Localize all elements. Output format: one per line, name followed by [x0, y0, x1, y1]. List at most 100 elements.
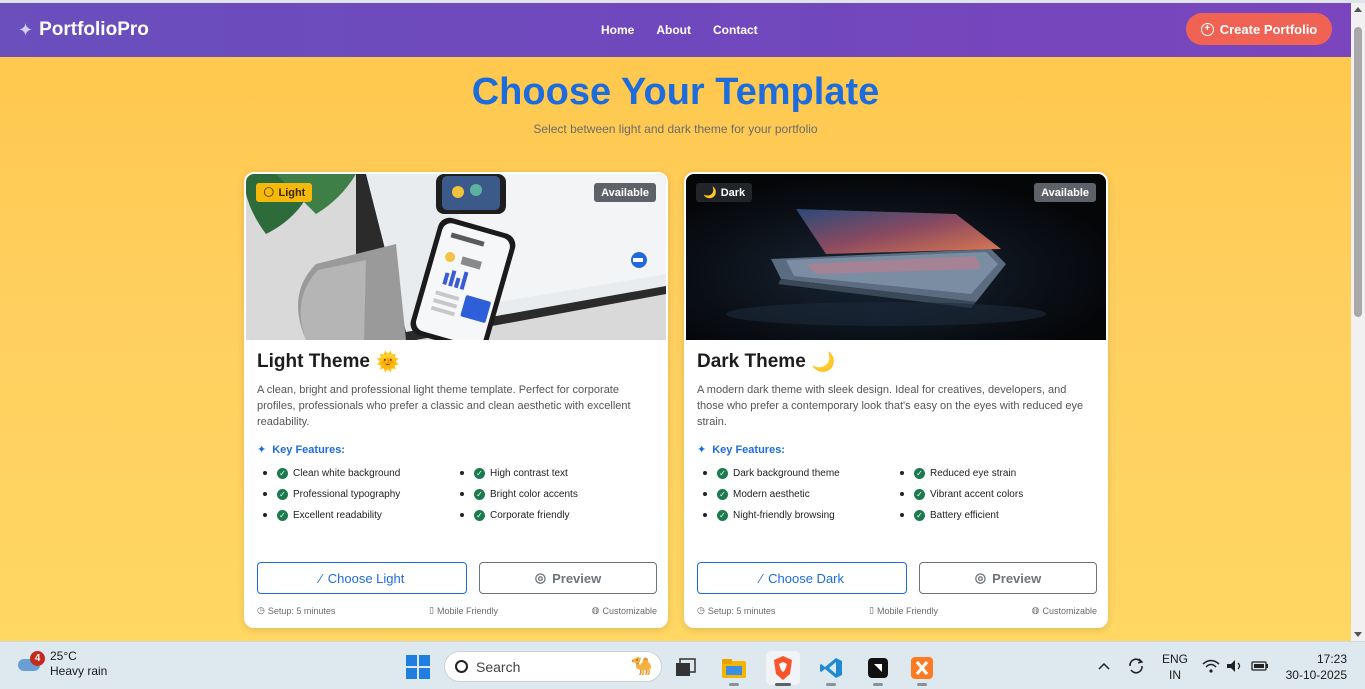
dark-theme-image: 🌙 Dark Available: [686, 174, 1106, 340]
brand-name: PortfolioPro: [39, 19, 149, 40]
weather-text: 25°C Heavy rain: [50, 649, 107, 679]
list-item: ✓ Reduced eye strain: [894, 466, 1091, 480]
meta-mobile: ▯ Mobile Friendly: [869, 605, 938, 616]
brave-browser-icon[interactable]: [766, 651, 800, 686]
show-hidden-icons[interactable]: [1098, 642, 1110, 689]
status-badge: Available: [594, 183, 656, 202]
create-portfolio-button[interactable]: + Create Portfolio: [1186, 13, 1332, 45]
features-heading: ✦ Key Features:: [697, 443, 785, 457]
choose-dark-button[interactable]: ⁄ Choose Dark: [697, 562, 907, 594]
check-circle-icon: ✓: [717, 467, 728, 479]
feature-label: High contrast text: [490, 467, 568, 479]
meta-custom-label: Customizable: [602, 605, 657, 616]
eye-icon: ◎: [534, 570, 547, 585]
weather-widget[interactable]: 4 25°C Heavy rain: [18, 649, 107, 679]
list-item: ✓ Excellent readability: [257, 508, 454, 522]
navbar: ✦ PortfolioPro Home About Contact + Crea…: [0, 3, 1351, 57]
page-subtitle: Select between light and dark theme for …: [533, 122, 818, 136]
brand[interactable]: ✦ PortfolioPro: [18, 19, 149, 41]
badge-dark-label: Dark: [720, 186, 746, 199]
meta-custom: ◍ Customizable: [592, 605, 657, 616]
card-actions: ⁄ Choose Light ◎ Preview: [257, 562, 657, 594]
list-item: ✓ Clean white background: [257, 466, 454, 480]
plus-circle-icon: +: [1200, 22, 1214, 36]
preview-label: Preview: [992, 570, 1042, 586]
template-card-light[interactable]: 🌕 Light Available Light Theme 🌞 A clean,…: [244, 172, 668, 628]
nav-link-about[interactable]: About: [656, 23, 691, 37]
language-indicator[interactable]: ENG IN: [1162, 651, 1188, 683]
features-heading: ✦ Key Features:: [257, 443, 345, 457]
rain-cloud-icon: 4: [18, 651, 45, 675]
volume-icon[interactable]: [1226, 642, 1244, 689]
check-circle-icon: ✓: [914, 488, 925, 500]
preview-light-button[interactable]: ◎ Preview: [479, 562, 657, 594]
scroll-thumb[interactable]: [1354, 27, 1362, 317]
check-circle-icon: ✓: [277, 509, 288, 521]
feature-label: Night-friendly browsing: [733, 509, 835, 521]
battery-icon[interactable]: [1251, 642, 1269, 689]
features-list: ✓ Clean white background ✓ High contrast t…: [257, 466, 657, 522]
palette-icon: ◍: [591, 605, 600, 615]
card-title: Dark Theme 🌙: [697, 350, 1095, 374]
task-view-icon[interactable]: [669, 651, 703, 685]
nav-links: Home About Contact: [601, 3, 780, 57]
feature-label: Professional typography: [293, 488, 401, 500]
meta-custom: ◍ Customizable: [1032, 605, 1097, 616]
choose-light-button[interactable]: ⁄ Choose Light: [257, 562, 467, 594]
list-item: ✓ Professional typography: [257, 487, 454, 501]
features-heading-label: Key Features:: [272, 443, 345, 456]
taskbar-search[interactable]: Search 🐪: [444, 651, 662, 682]
wifi-icon[interactable]: [1202, 642, 1220, 689]
xampp-icon[interactable]: [905, 651, 939, 686]
phone-icon: ▯: [869, 605, 874, 615]
nav-link-contact[interactable]: Contact: [713, 23, 758, 37]
badge-light: 🌕 Light: [256, 183, 313, 202]
list-item: ✓ Vibrant accent colors: [894, 487, 1091, 501]
check-circle-icon: ✓: [474, 467, 485, 479]
preview-dark-button[interactable]: ◎ Preview: [919, 562, 1097, 594]
badge-dark: 🌙 Dark: [696, 183, 753, 202]
camel-icon: 🐪: [630, 656, 653, 676]
magic-wand-icon: ⁄: [759, 570, 763, 586]
sparkle-icon: ✦: [697, 444, 707, 456]
sync-icon[interactable]: [1126, 642, 1146, 689]
list-item: ✓ Night-friendly browsing: [697, 508, 894, 522]
vscode-icon[interactable]: [814, 651, 848, 686]
page-scrollbar[interactable]: [1351, 3, 1365, 641]
system-clock[interactable]: 17:23 30-10-2025: [1286, 651, 1347, 683]
status-badge: Available: [1034, 183, 1096, 202]
card-actions: ⁄ Choose Dark ◎ Preview: [697, 562, 1097, 594]
moon-icon: 🌙: [703, 187, 717, 199]
terminal-app-icon[interactable]: [861, 651, 895, 686]
check-circle-icon: ✓: [717, 488, 728, 500]
template-card-dark[interactable]: 🌙 Dark Available Dark Theme 🌙 A modern d…: [684, 172, 1108, 628]
taskbar: 4 25°C Heavy rain Search 🐪 ENG IN 17:23 …: [0, 641, 1365, 689]
feature-label: Battery efficient: [930, 509, 999, 521]
check-circle-icon: ✓: [914, 509, 925, 521]
meta-mobile-label: Mobile Friendly: [876, 605, 938, 616]
meta-custom-label: Customizable: [1042, 605, 1097, 616]
check-circle-icon: ✓: [474, 488, 485, 500]
meta-setup-label: Setup: 5 minutes: [707, 605, 776, 616]
windows-start-icon[interactable]: [406, 655, 430, 679]
file-explorer-icon[interactable]: [717, 651, 751, 686]
light-theme-image: 🌕 Light Available: [246, 174, 666, 340]
feature-label: Reduced eye strain: [930, 467, 1017, 479]
choose-dark-label: Choose Dark: [768, 570, 845, 586]
feature-label: Modern aesthetic: [733, 488, 810, 500]
list-item: ✓ Battery efficient: [894, 508, 1091, 522]
feature-label: Dark background theme: [733, 467, 840, 479]
list-item: ✓ Modern aesthetic: [697, 487, 894, 501]
nav-link-home[interactable]: Home: [601, 23, 634, 37]
scroll-up-icon[interactable]: [1354, 7, 1362, 12]
meta-mobile: ▯ Mobile Friendly: [429, 605, 498, 616]
create-portfolio-label: Create Portfolio: [1219, 21, 1318, 37]
weather-condition: Heavy rain: [50, 664, 108, 678]
check-circle-icon: ✓: [277, 488, 288, 500]
page-title: Choose Your Template: [471, 71, 880, 113]
badge-light-label: Light: [278, 186, 306, 199]
clock-icon: ◷: [257, 605, 265, 615]
search-icon: [455, 660, 468, 673]
clock-date: 30-10-2025: [1285, 668, 1347, 682]
scroll-down-icon[interactable]: [1354, 632, 1362, 637]
